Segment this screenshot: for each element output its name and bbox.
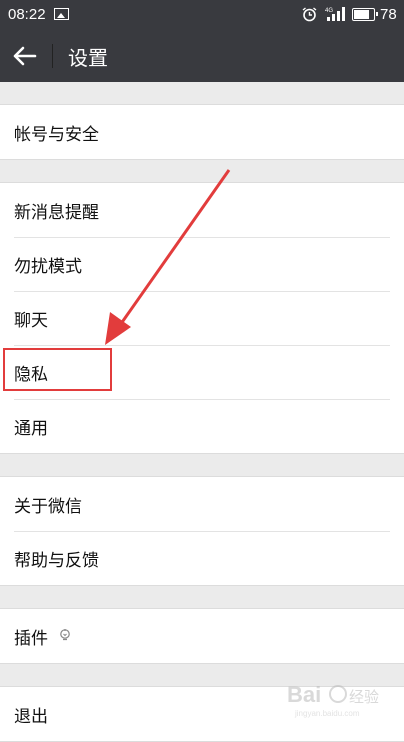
item-label: 聊天 <box>14 311 48 331</box>
signal-icon: 4G <box>325 7 345 21</box>
settings-item-logout[interactable]: 退出 <box>0 687 404 741</box>
item-label: 勿扰模式 <box>14 257 82 277</box>
settings-item-do-not-disturb[interactable]: 勿扰模式 <box>0 237 404 291</box>
item-label: 退出 <box>14 707 48 727</box>
privacy-highlight-box <box>3 348 112 391</box>
settings-item-help-feedback[interactable]: 帮助与反馈 <box>0 531 404 585</box>
alarm-icon <box>302 7 317 22</box>
status-time: 08:22 <box>8 6 46 23</box>
title-divider <box>52 44 53 68</box>
settings-item-chat[interactable]: 聊天 <box>0 291 404 345</box>
svg-text:4G: 4G <box>325 8 333 14</box>
settings-item-account-security[interactable]: 帐号与安全 <box>0 105 404 159</box>
arrow-left-icon[interactable] <box>10 43 40 69</box>
page-title: 设置 <box>68 46 108 70</box>
settings-item-notifications[interactable]: 新消息提醒 <box>0 183 404 237</box>
settings-item-plugins[interactable]: 插件 <box>0 609 404 663</box>
battery-level: 78 <box>380 6 397 23</box>
settings-group-about: 关于微信 帮助与反馈 <box>0 476 404 586</box>
status-bar: 08:22 4G 78 <box>0 0 404 30</box>
battery-icon <box>352 8 378 21</box>
plugin-bulb-icon <box>60 629 70 641</box>
image-icon <box>54 8 69 20</box>
settings-group-main: 新消息提醒 勿扰模式 聊天 隐私 通用 <box>0 182 404 454</box>
settings-group-account: 帐号与安全 <box>0 104 404 160</box>
settings-item-about[interactable]: 关于微信 <box>0 477 404 531</box>
title-bar: 设置 <box>0 30 404 82</box>
item-label: 帮助与反馈 <box>14 551 99 571</box>
settings-group-logout: 退出 <box>0 686 404 742</box>
item-label: 通用 <box>14 419 48 439</box>
item-label: 帐号与安全 <box>14 125 99 145</box>
item-label: 新消息提醒 <box>14 203 99 223</box>
settings-group-plugins: 插件 <box>0 608 404 664</box>
item-label: 插件 <box>14 629 48 649</box>
settings-item-general[interactable]: 通用 <box>0 399 404 453</box>
item-label: 关于微信 <box>14 497 82 517</box>
